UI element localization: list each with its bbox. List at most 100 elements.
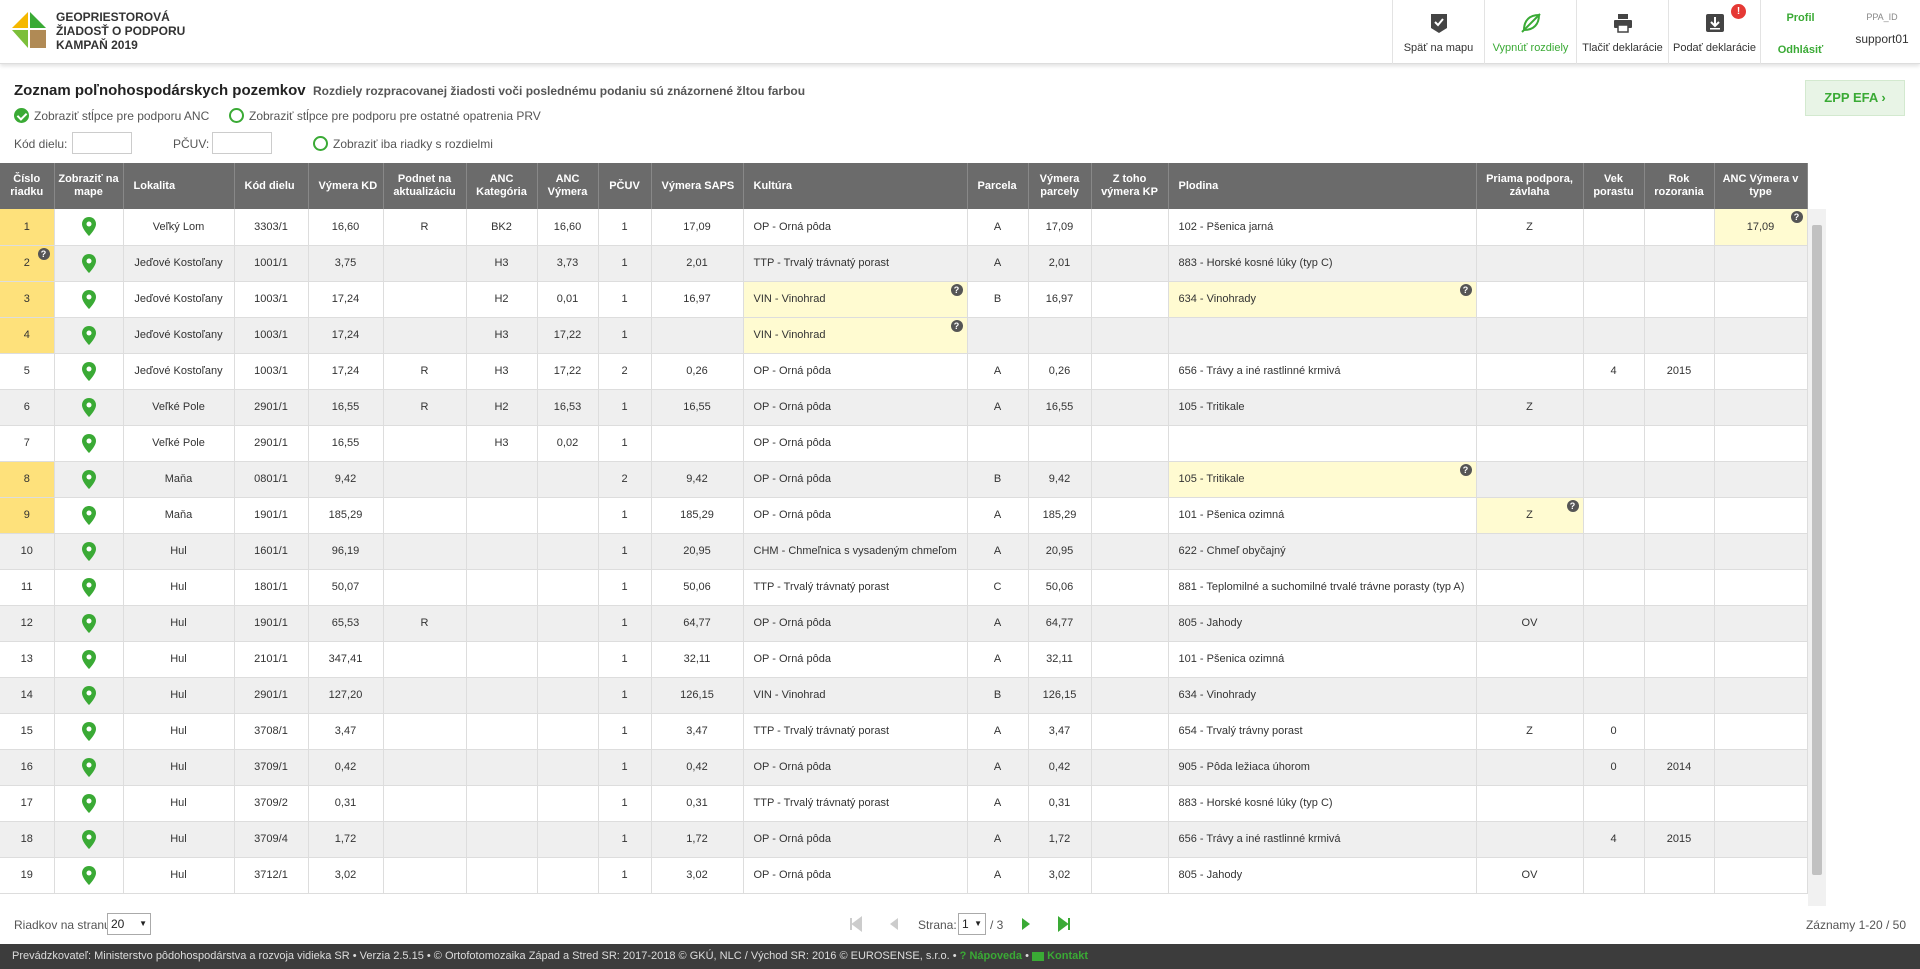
scrollbar-thumb[interactable]: [1812, 225, 1822, 875]
toggle-diff-button[interactable]: Vypnúť rozdiely: [1484, 0, 1576, 64]
help-icon[interactable]: ?: [1459, 463, 1472, 476]
last-page-icon[interactable]: [1056, 916, 1072, 932]
table-cell: Hul: [123, 749, 235, 786]
map-pin-icon[interactable]: [81, 793, 96, 813]
map-pin-icon[interactable]: [81, 829, 96, 849]
map-pin-icon[interactable]: [81, 577, 96, 597]
map-pin-icon[interactable]: [81, 289, 96, 309]
map-pin-icon[interactable]: [81, 469, 96, 489]
column-header[interactable]: Číslo riadku: [0, 163, 55, 209]
back-to-map-button[interactable]: Späť na mapu: [1392, 0, 1484, 64]
cell-value: 1: [621, 257, 628, 269]
help-icon[interactable]: ?: [1566, 499, 1579, 512]
table-cell: [1476, 785, 1584, 822]
contact-link[interactable]: Kontakt: [1047, 950, 1088, 962]
profile-link[interactable]: Profil: [1761, 12, 1840, 24]
show-on-map-cell: [54, 605, 124, 642]
column-header[interactable]: Zobraziť na mape: [54, 163, 124, 209]
filter-kod-input[interactable]: [72, 132, 132, 154]
table-row[interactable]: 16 Hul 3709/1 0,42 1 0,42 OP - Orná pôda A 0,42 9…: [0, 749, 1808, 786]
map-pin-icon[interactable]: [81, 541, 96, 561]
column-header[interactable]: Vek porastu: [1583, 163, 1645, 209]
table-row[interactable]: 14 Hul 2901/1 127,20 1 126,15 VIN - Vinohrad B 1…: [0, 677, 1808, 714]
map-pin-icon[interactable]: [81, 505, 96, 525]
table-cell: 2,01: [1028, 245, 1092, 282]
table-cell: OV: [1476, 605, 1584, 642]
column-header[interactable]: PČUV: [598, 163, 652, 209]
table-row[interactable]: 3 Jeďové Kostoľany 1003/1 17,24 H2 0,01 1 16,97…: [0, 281, 1808, 318]
table-row[interactable]: 4 Jeďové Kostoľany 1003/1 17,24 H3 17,22 1 VIN …: [0, 317, 1808, 354]
table-row[interactable]: 15 Hul 3708/1 3,47 1 3,47 TTP - Trvalý trávnat…: [0, 713, 1808, 750]
map-pin-icon[interactable]: [81, 613, 96, 633]
help-link[interactable]: Nápoveda: [969, 950, 1022, 962]
table-row[interactable]: 5 Jeďové Kostoľany 1003/1 17,24 R H3 17,22 2 0,2…: [0, 353, 1808, 390]
zpp-efa-button[interactable]: ZPP EFA ›: [1805, 80, 1905, 116]
column-header[interactable]: Výmera SAPS: [651, 163, 744, 209]
column-header[interactable]: Parcela: [967, 163, 1029, 209]
table-row[interactable]: 1 Veľký Lom 3303/1 16,60 R BK2 16,60 1 17,09 OP -…: [0, 209, 1808, 246]
next-page-icon[interactable]: [1018, 916, 1034, 932]
help-icon[interactable]: ?: [37, 247, 50, 260]
table-row[interactable]: 19 Hul 3712/1 3,02 1 3,02 OP - Orná pôda A 3,02 8…: [0, 857, 1808, 894]
table-cell: [1091, 785, 1169, 822]
table-cell: TTP - Trvalý trávnatý porast: [743, 713, 968, 750]
column-header[interactable]: Z toho výmera KP: [1091, 163, 1169, 209]
map-pin-icon[interactable]: [81, 865, 96, 885]
cell-value: Hul: [170, 689, 187, 701]
help-icon[interactable]: ?: [950, 319, 963, 332]
help-icon[interactable]: ?: [1790, 211, 1803, 223]
table-row[interactable]: 2? Jeďové Kostoľany 1001/1 3,75 H3 3,73 1 2,01 T…: [0, 245, 1808, 282]
cell-value: A: [993, 833, 1002, 845]
diff-only-toggle[interactable]: Zobraziť iba riadky s rozdielmi: [313, 136, 493, 151]
cell-value: 1: [621, 653, 628, 665]
map-pin-icon[interactable]: [81, 433, 96, 453]
map-pin-icon[interactable]: [81, 649, 96, 669]
table-row[interactable]: 8 Maňa 0801/1 9,42 2 9,42 OP - Orná pôda B 9,42 1…: [0, 461, 1808, 498]
first-page-icon[interactable]: [848, 916, 864, 932]
column-header[interactable]: Výmera KD: [308, 163, 384, 209]
table-cell: 1: [598, 281, 652, 318]
prv-columns-toggle[interactable]: Zobraziť stĺpce pre podporu pre ostatné …: [229, 108, 541, 123]
table-row[interactable]: 11 Hul 1801/1 50,07 1 50,06 TTP - Trvalý trávn…: [0, 569, 1808, 606]
per-page-select[interactable]: 20: [107, 913, 151, 935]
table-row[interactable]: 17 Hul 3709/2 0,31 1 0,31 TTP - Trvalý trávnat…: [0, 785, 1808, 822]
column-header[interactable]: Lokalita: [123, 163, 235, 209]
cell-value: 185,29: [328, 509, 363, 521]
map-pin-icon[interactable]: [81, 721, 96, 741]
table-cell: H3: [466, 245, 538, 282]
column-header[interactable]: Kód dielu: [234, 163, 309, 209]
column-header[interactable]: ANC Kategória: [466, 163, 538, 209]
map-pin-icon[interactable]: [81, 253, 96, 273]
column-header[interactable]: Priama podpora, závlaha: [1476, 163, 1584, 209]
table-row[interactable]: 6 Veľké Pole 2901/1 16,55 R H2 16,53 1 16,55 OP -…: [0, 389, 1808, 426]
map-pin-icon[interactable]: [81, 397, 96, 417]
table-row[interactable]: 13 Hul 2101/1 347,41 1 32,11 OP - Orná pôda A 32…: [0, 641, 1808, 678]
column-header[interactable]: Plodina: [1168, 163, 1477, 209]
table-row[interactable]: 9 Maňa 1901/1 185,29 1 185,29 OP - Orná pôda A 1…: [0, 497, 1808, 534]
column-header[interactable]: Rok rozorania: [1644, 163, 1715, 209]
anc-columns-toggle[interactable]: Zobraziť stĺpce pre podporu ANC: [14, 108, 209, 123]
table-row[interactable]: 12 Hul 1901/1 65,53 R 1 64,77 OP - Orná pôda A 64…: [0, 605, 1808, 642]
submit-button[interactable]: ! Podať deklarácie: [1668, 0, 1760, 64]
help-icon[interactable]: ?: [1459, 283, 1472, 296]
table-row[interactable]: 10 Hul 1601/1 96,19 1 20,95 CHM - Chmeľnica s …: [0, 533, 1808, 570]
map-pin-icon[interactable]: [81, 325, 96, 345]
map-pin-icon[interactable]: [81, 685, 96, 705]
table-scrollbar[interactable]: [1808, 209, 1826, 906]
page-select[interactable]: 1: [958, 913, 986, 935]
logout-link[interactable]: Odhlásiť: [1761, 44, 1840, 56]
column-header[interactable]: Výmera parcely: [1028, 163, 1092, 209]
filter-pcuv-input[interactable]: [212, 132, 272, 154]
column-header[interactable]: ANC Výmera: [537, 163, 599, 209]
column-header[interactable]: Podnet na aktualizáciu: [383, 163, 467, 209]
map-pin-icon[interactable]: [81, 217, 96, 237]
table-row[interactable]: 7 Veľké Pole 2901/1 16,55 H3 0,02 1 OP - Orná p…: [0, 425, 1808, 462]
column-header[interactable]: ANC Výmera v type: [1714, 163, 1808, 209]
map-pin-icon[interactable]: [81, 757, 96, 777]
column-header[interactable]: Kultúra: [743, 163, 968, 209]
map-pin-icon[interactable]: [81, 361, 96, 381]
help-icon[interactable]: ?: [950, 283, 963, 296]
print-button[interactable]: Tlačiť deklarácie: [1576, 0, 1668, 64]
table-row[interactable]: 18 Hul 3709/4 1,72 1 1,72 OP - Orná pôda A 1,72 6…: [0, 821, 1808, 858]
prev-page-icon[interactable]: [886, 916, 902, 932]
